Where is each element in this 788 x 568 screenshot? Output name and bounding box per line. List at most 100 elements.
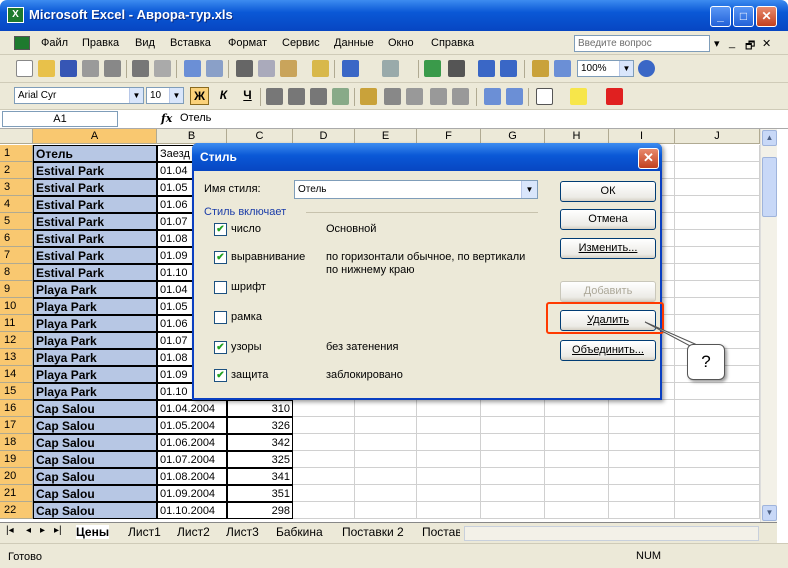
currency-icon[interactable] <box>360 88 377 105</box>
cell-a[interactable]: Cap Salou <box>33 434 157 451</box>
cell-empty[interactable] <box>293 468 355 485</box>
cell-empty[interactable] <box>481 468 545 485</box>
column-header[interactable]: H <box>545 129 609 144</box>
horizontal-scrollbar[interactable] <box>464 526 759 541</box>
increase-indent-icon[interactable] <box>506 88 523 105</box>
cell-empty[interactable] <box>545 485 609 502</box>
cell-empty[interactable] <box>545 451 609 468</box>
cell-empty[interactable] <box>675 196 760 213</box>
zoom-select[interactable]: 100% ▼ <box>577 60 634 77</box>
cell-empty[interactable] <box>609 417 675 434</box>
cell-empty[interactable] <box>417 451 481 468</box>
new-icon[interactable] <box>16 60 33 77</box>
cell-a[interactable]: Отель <box>33 145 157 162</box>
cell-empty[interactable] <box>545 400 609 417</box>
cell-c[interactable]: 310 <box>227 400 293 417</box>
cell-empty[interactable] <box>355 451 417 468</box>
cell-empty[interactable] <box>609 434 675 451</box>
cell-c[interactable]: 325 <box>227 451 293 468</box>
cell-empty[interactable] <box>675 383 760 400</box>
menu-view[interactable]: Вид <box>135 37 155 49</box>
sort-ascending-icon[interactable] <box>478 60 495 77</box>
column-header[interactable]: C <box>227 129 293 144</box>
cell-a[interactable]: Estival Park <box>33 247 157 264</box>
paste-icon[interactable] <box>280 60 297 77</box>
cell-empty[interactable] <box>481 502 545 519</box>
align-left-icon[interactable] <box>266 88 283 105</box>
insert-function-icon[interactable]: fx <box>161 112 172 125</box>
cell-a[interactable]: Playa Park <box>33 298 157 315</box>
cell-a[interactable]: Playa Park <box>33 332 157 349</box>
cell-a[interactable]: Playa Park <box>33 349 157 366</box>
row-header[interactable]: 1 <box>0 145 33 162</box>
cell-b[interactable]: 01.05.2004 <box>157 417 227 434</box>
cell-empty[interactable] <box>417 468 481 485</box>
cell-empty[interactable] <box>545 468 609 485</box>
cell-empty[interactable] <box>545 434 609 451</box>
cell-empty[interactable] <box>675 145 760 162</box>
ok-button[interactable]: ОК <box>560 181 656 202</box>
chevron-down-icon[interactable]: ▼ <box>129 88 143 103</box>
option-label[interactable]: шрифт <box>231 281 266 293</box>
cell-empty[interactable] <box>481 400 545 417</box>
cell-a[interactable]: Cap Salou <box>33 417 157 434</box>
cell-empty[interactable] <box>675 162 760 179</box>
column-header[interactable]: J <box>675 129 760 144</box>
undo-icon[interactable] <box>342 60 359 77</box>
option-checkbox[interactable]: ✔ <box>214 369 227 382</box>
cell-empty[interactable] <box>293 502 355 519</box>
option-checkbox[interactable] <box>214 311 227 324</box>
option-checkbox[interactable] <box>214 281 227 294</box>
cell-empty[interactable] <box>481 485 545 502</box>
cell-a[interactable]: Estival Park <box>33 213 157 230</box>
cell-empty[interactable] <box>293 451 355 468</box>
minimize-button[interactable]: _ <box>710 6 731 27</box>
cell-c[interactable]: 351 <box>227 485 293 502</box>
cell-empty[interactable] <box>481 417 545 434</box>
redo-icon[interactable] <box>382 60 399 77</box>
cut-icon[interactable] <box>236 60 253 77</box>
cell-empty[interactable] <box>675 179 760 196</box>
autosum-icon[interactable] <box>448 60 465 77</box>
option-label[interactable]: выравнивание <box>231 251 305 263</box>
hyperlink-icon[interactable] <box>424 60 441 77</box>
tab-deliveries2[interactable]: Поставки 2 <box>342 525 404 539</box>
style-name-select[interactable]: Отель ▼ <box>294 180 538 199</box>
row-header[interactable]: 7 <box>0 247 33 264</box>
increase-decimal-icon[interactable] <box>430 88 447 105</box>
row-header[interactable]: 14 <box>0 366 33 383</box>
tab-sheet1[interactable]: Лист1 <box>128 525 161 539</box>
borders-icon[interactable] <box>536 88 553 105</box>
scroll-thumb[interactable] <box>762 157 777 217</box>
bold-button[interactable]: Ж <box>190 87 209 105</box>
cell-empty[interactable] <box>675 451 760 468</box>
tab-sheet3[interactable]: Лист3 <box>226 525 259 539</box>
prev-sheet-icon[interactable]: ◂ <box>26 525 31 536</box>
cell-empty[interactable] <box>675 485 760 502</box>
font-size-select[interactable]: 10 ▼ <box>146 87 184 104</box>
cell-empty[interactable] <box>293 417 355 434</box>
menu-format[interactable]: Формат <box>228 37 267 49</box>
menu-edit[interactable]: Правка <box>82 37 119 49</box>
chevron-down-icon[interactable]: ▼ <box>521 181 537 198</box>
font-color-icon[interactable] <box>606 88 623 105</box>
cell-empty[interactable] <box>675 298 760 315</box>
cell-empty[interactable] <box>481 434 545 451</box>
italic-button[interactable]: К <box>214 87 233 105</box>
cell-empty[interactable] <box>675 281 760 298</box>
open-icon[interactable] <box>38 60 55 77</box>
formula-input[interactable]: Отель <box>180 112 211 124</box>
cell-empty[interactable] <box>609 451 675 468</box>
cell-empty[interactable] <box>545 502 609 519</box>
cell-a[interactable]: Playa Park <box>33 366 157 383</box>
cell-empty[interactable] <box>545 417 609 434</box>
cell-empty[interactable] <box>355 502 417 519</box>
cell-b[interactable]: 01.09.2004 <box>157 485 227 502</box>
cell-empty[interactable] <box>675 400 760 417</box>
cell-empty[interactable] <box>355 434 417 451</box>
column-header[interactable]: E <box>355 129 417 144</box>
cell-a[interactable]: Estival Park <box>33 264 157 281</box>
row-header[interactable]: 10 <box>0 298 33 315</box>
cell-empty[interactable] <box>675 213 760 230</box>
cancel-button[interactable]: Отмена <box>560 209 656 230</box>
